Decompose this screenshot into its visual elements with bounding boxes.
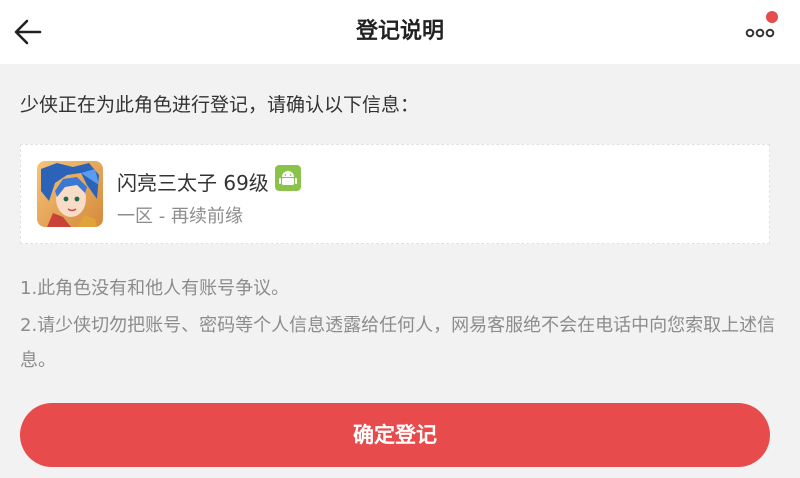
note-item: 2.请少侠切勿把账号、密码等个人信息透露给任何人，网易客服绝不会在电话中向您索取… (20, 315, 776, 371)
android-icon (275, 165, 301, 191)
top-bar: 登记说明 (0, 0, 800, 64)
more-dots-icon[interactable] (738, 18, 782, 48)
server-name: 一区 - 再续前缘 (117, 206, 243, 227)
note-item: 1.此角色没有和他人有账号争议。 (20, 278, 290, 299)
role-card: 闪亮三太子 69级 一区 - 再续前缘 (20, 144, 770, 244)
confirm-prompt: 少侠正在为此角色进行登记，请确认以下信息： (20, 94, 420, 116)
notification-dot (766, 11, 778, 23)
character-name: 闪亮三太子 69级 (117, 171, 269, 195)
character-avatar (37, 161, 103, 227)
confirm-register-button[interactable]: 确定登记 (20, 403, 770, 467)
page-title: 登记说明 (355, 19, 444, 44)
